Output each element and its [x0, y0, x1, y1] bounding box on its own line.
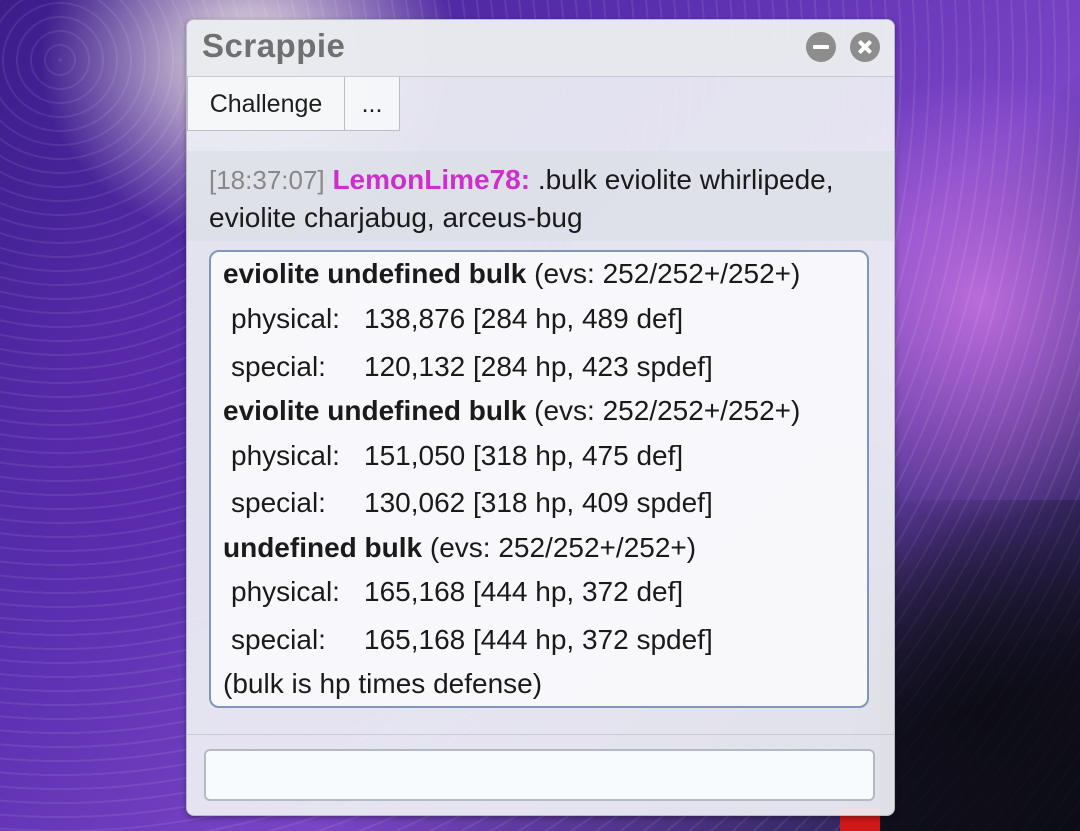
result-physical-row: physical: 165,168 [444 hp, 372 def] — [223, 576, 683, 608]
special-value: 130,062 [318 hp, 409 spdef] — [364, 487, 713, 518]
result-header: undefined bulk (evs: 252/252+/252+) — [223, 532, 696, 564]
physical-label: physical: — [231, 303, 340, 334]
more-options-button[interactable]: ... — [344, 77, 400, 131]
result-header-name: eviolite undefined bulk — [223, 258, 527, 289]
special-value: 120,132 [284 hp, 423 spdef] — [364, 351, 713, 382]
chat-input[interactable] — [204, 749, 875, 801]
result-header-evs: (evs: 252/252+/252+) — [526, 258, 801, 289]
special-label: special: — [231, 624, 326, 655]
pm-window: Scrappie Challenge ... [18:37:07] LemonL… — [186, 19, 895, 816]
result-physical-row: physical: 138,876 [284 hp, 489 def] — [223, 303, 683, 335]
physical-value: 151,050 [318 hp, 475 def] — [364, 440, 684, 471]
minimize-icon[interactable] — [806, 32, 836, 62]
chat-message: [18:37:07] LemonLime78: .bulk eviolite w… — [187, 151, 894, 241]
physical-value: 138,876 [284 hp, 489 def] — [364, 303, 684, 334]
result-special-row: special: 120,132 [284 hp, 423 spdef] — [223, 351, 713, 383]
result-header-name: eviolite undefined bulk — [223, 395, 527, 426]
input-divider — [187, 734, 894, 735]
window-toolbar: Challenge ... — [187, 76, 894, 133]
physical-value: 165,168 [444 hp, 372 def] — [364, 576, 684, 607]
background-shadow — [880, 500, 1080, 831]
physical-label: physical: — [231, 440, 340, 471]
special-label: special: — [231, 487, 326, 518]
result-header: eviolite undefined bulk (evs: 252/252+/2… — [223, 258, 800, 290]
window-title: Scrappie — [202, 27, 346, 64]
result-header-evs: (evs: 252/252+/252+) — [422, 532, 697, 563]
result-header-evs: (evs: 252/252+/252+) — [526, 395, 801, 426]
result-special-row: special: 130,062 [318 hp, 409 spdef] — [223, 487, 713, 519]
physical-label: physical: — [231, 576, 340, 607]
close-icon[interactable] — [850, 32, 880, 62]
result-header-name: undefined bulk — [223, 532, 423, 563]
result-physical-row: physical: 151,050 [318 hp, 475 def] — [223, 440, 683, 472]
result-footnote: (bulk is hp times defense) — [223, 668, 543, 699]
bulk-result-box: eviolite undefined bulk (evs: 252/252+/2… — [209, 250, 869, 708]
challenge-button[interactable]: Challenge — [187, 77, 345, 131]
special-label: special: — [231, 351, 326, 382]
message-timestamp: [18:37:07] — [209, 165, 325, 195]
message-username[interactable]: LemonLime78: — [332, 164, 530, 195]
result-special-row: special: 165,168 [444 hp, 372 spdef] — [223, 624, 713, 656]
result-header: eviolite undefined bulk (evs: 252/252+/2… — [223, 395, 800, 427]
special-value: 165,168 [444 hp, 372 spdef] — [364, 624, 713, 655]
chat-message-text: [18:37:07] LemonLime78: .bulk eviolite w… — [209, 161, 869, 236]
window-titlebar[interactable]: Scrappie — [187, 20, 894, 76]
